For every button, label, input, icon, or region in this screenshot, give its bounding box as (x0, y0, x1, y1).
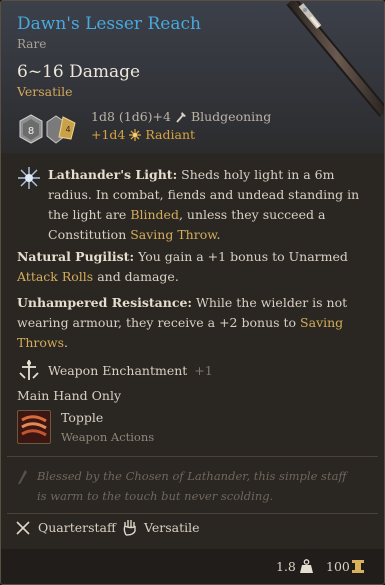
bonus-damage-row: +1d4 Radiant (91, 127, 195, 142)
radiant-icon (129, 129, 142, 141)
sunburst-icon (18, 167, 40, 189)
weapon-enchantment: Weapon Enchantment +1 (48, 361, 213, 381)
hand-restriction: Main Hand Only (17, 388, 122, 403)
keyword-blinded[interactable]: Blinded (130, 207, 179, 222)
ability-natural-pugilist: Natural Pugilist: You gain a +1 bonus to… (17, 249, 348, 284)
weight-icon (300, 559, 313, 573)
item-value: 100 (326, 559, 350, 574)
divider (7, 456, 378, 457)
tag-versatile: Versatile (144, 520, 200, 535)
weapon-enchantment-icon (19, 360, 39, 380)
svg-text:4: 4 (65, 125, 70, 134)
tooltip-header: Dawn's Lesser Reach Rare 6~16 Damage Ver… (1, 1, 384, 153)
action-name: Topple (61, 410, 104, 425)
damage-property: Versatile (17, 84, 73, 99)
tag-quarterstaff: Quarterstaff (38, 520, 116, 535)
enchantment-label: Weapon Enchantment (48, 363, 188, 378)
svg-text:8: 8 (28, 126, 34, 137)
damage-range: 6~16 Damage (17, 62, 141, 82)
keyword-attack-rolls[interactable]: Attack Rolls (17, 269, 93, 284)
item-name: Dawn's Lesser Reach (17, 14, 201, 34)
bonus-roll: +1d4 (91, 127, 126, 142)
mace-icon (176, 112, 186, 123)
damage-roll-row: 1d8 (1d6)+4 Bludgeoning (91, 109, 271, 124)
damage-type: Bludgeoning (190, 109, 272, 124)
open-hand-icon (123, 520, 136, 536)
item-weight: 1.8 (276, 559, 296, 574)
ability-lathanders-light: Lathander's Light: Sheds holy light in a… (48, 167, 360, 242)
item-rarity: Rare (17, 37, 47, 51)
ability-unhampered-resistance: Unhampered Resistance: While the wielder… (17, 295, 348, 350)
gold-coin-icon (352, 560, 364, 573)
action-category: Weapon Actions (61, 430, 155, 444)
item-tooltip: Dawn's Lesser Reach Rare 6~16 Damage Ver… (0, 0, 385, 585)
damage-roll: 1d8 (1d6)+4 (91, 109, 171, 124)
divider (7, 513, 378, 514)
keyword-saving-throw[interactable]: Saving Throw (130, 227, 216, 242)
lore-text: Blessed by the Chosen of Lathander, this… (37, 469, 347, 503)
quill-icon (18, 470, 27, 484)
dice-icon: 8 4 (19, 114, 76, 144)
topple-action-icon[interactable] (17, 410, 51, 444)
tooltip-footer: 1.8 100 (1, 549, 384, 584)
crossed-staves-icon (16, 521, 30, 535)
bonus-type: Radiant (145, 127, 196, 142)
enchantment-value: +1 (194, 363, 213, 378)
